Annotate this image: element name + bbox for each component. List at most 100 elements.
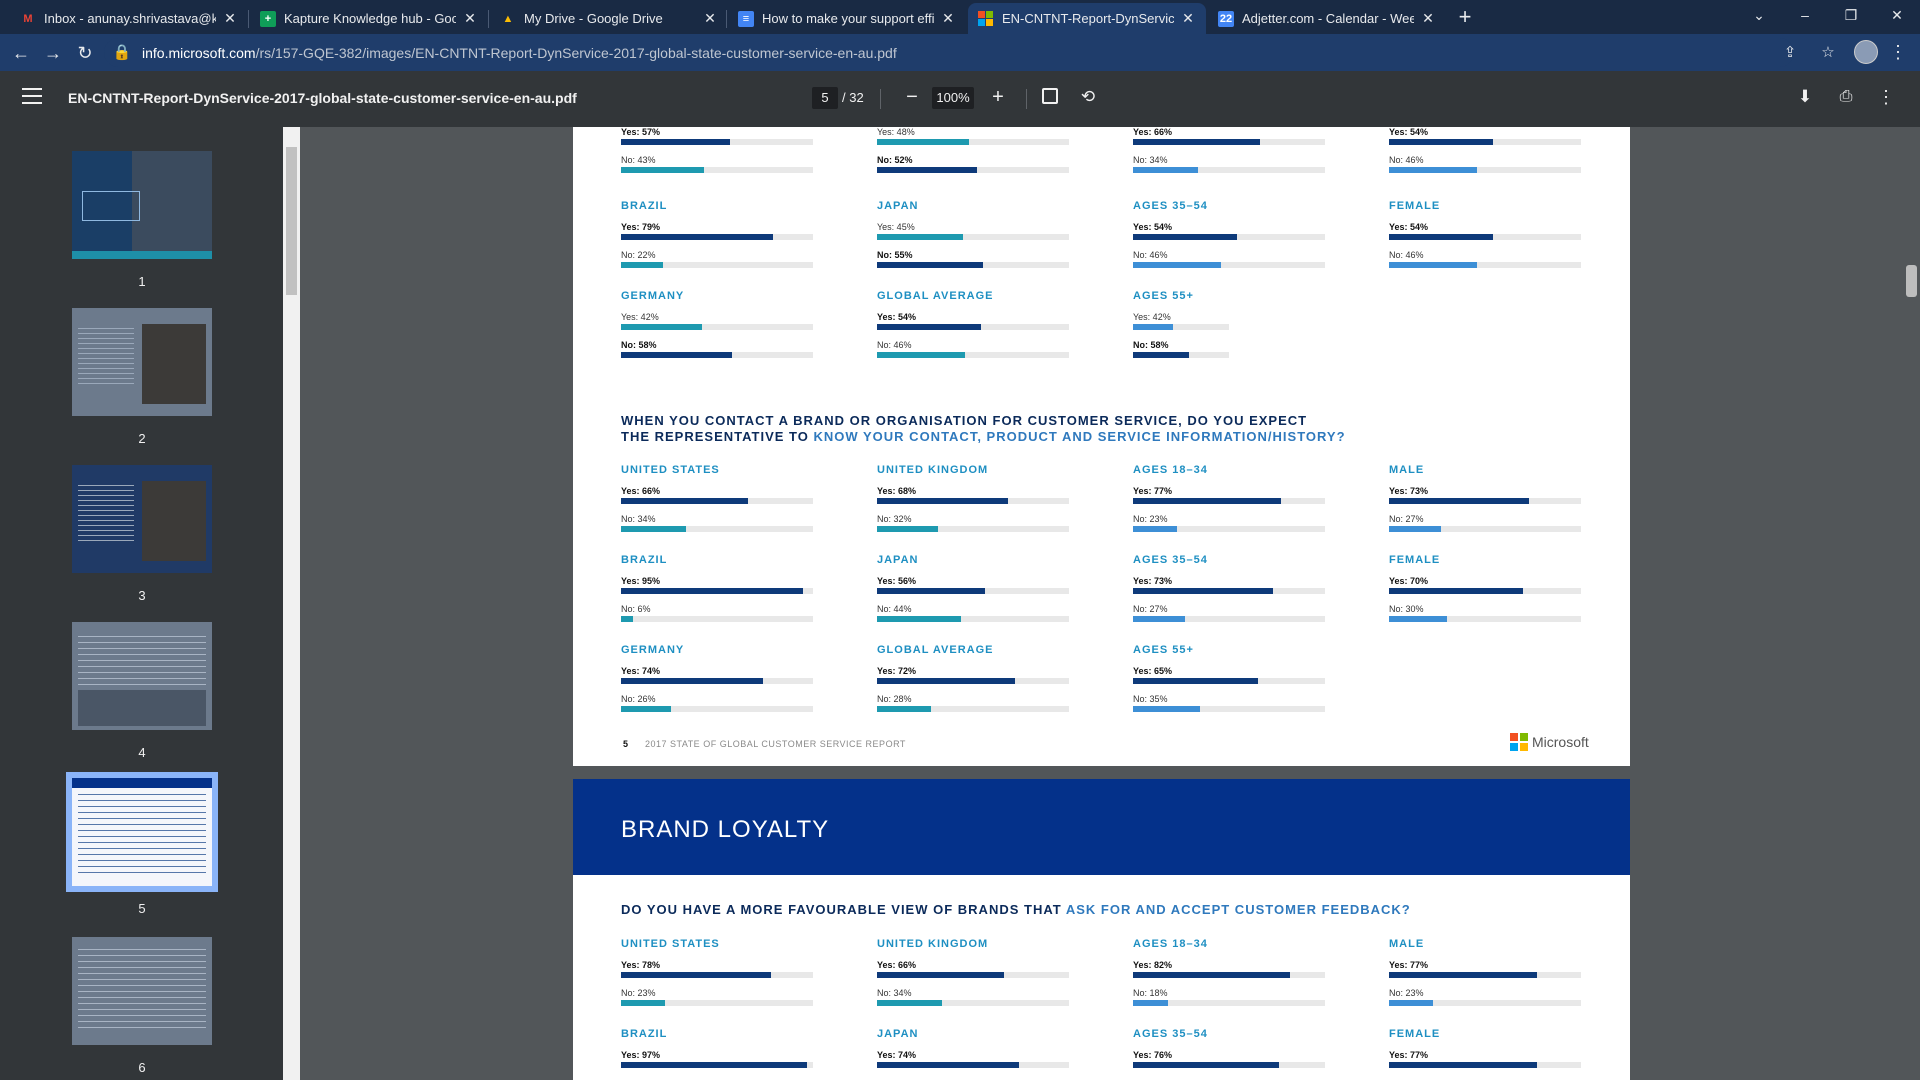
zoom-in-icon[interactable]: + [986, 85, 1010, 109]
yes-bar-track [621, 498, 813, 504]
yes-bar-track [877, 324, 1069, 330]
yes-bar [1133, 1062, 1279, 1068]
tab-search-icon[interactable]: ⌄ [1736, 0, 1782, 30]
url-text[interactable]: info.microsoft.com/rs/157-GQE-382/images… [142, 45, 897, 61]
microsoft-wordmark: Microsoft [1532, 734, 1589, 750]
page-thumbnail[interactable] [72, 622, 212, 730]
yes-bar-track [1133, 1062, 1325, 1068]
question-line-1: WHEN YOU CONTACT A BRAND OR ORGANISATION… [621, 413, 1308, 428]
sidebar-menu-icon[interactable] [22, 88, 42, 104]
gmail-icon: M [23, 12, 33, 25]
yes-bar-track [1133, 588, 1325, 594]
no-bar [1389, 526, 1441, 532]
share-icon[interactable]: ⇪ [1780, 43, 1800, 63]
main-scroll-thumb[interactable] [1906, 265, 1917, 297]
yes-bar [621, 498, 748, 504]
new-tab-button[interactable]: + [1452, 5, 1478, 31]
question-heading: WHEN YOU CONTACT A BRAND OR ORGANISATION… [621, 413, 1346, 445]
no-bar [877, 352, 966, 358]
category-label: UNITED STATES [621, 938, 720, 950]
yes-value-label: Yes: 42% [621, 312, 659, 322]
page-thumbnail[interactable] [72, 151, 212, 259]
category-label: AGES 35–54 [1133, 1028, 1208, 1040]
download-icon[interactable]: ⬇ [1793, 85, 1817, 109]
page-thumbnail[interactable] [66, 772, 218, 892]
back-icon[interactable]: ← [8, 40, 34, 66]
close-tab-icon[interactable]: ✕ [462, 10, 478, 27]
minimize-button[interactable]: – [1782, 0, 1828, 30]
yes-bar-track [1389, 139, 1581, 145]
forward-icon[interactable]: → [40, 40, 66, 66]
no-value-label: No: 55% [877, 250, 913, 260]
close-tab-icon[interactable]: ✕ [702, 10, 718, 27]
no-bar-track [1133, 706, 1325, 712]
close-window-button[interactable]: ✕ [1874, 0, 1920, 30]
no-value-label: No: 28% [877, 694, 912, 704]
browser-tab[interactable]: + Kapture Knowledge hub - Googl ✕ [250, 3, 488, 34]
fit-to-page-icon[interactable] [1042, 88, 1058, 104]
browser-tab[interactable]: M Inbox - anunay.shrivastava@kapt ✕ [10, 3, 248, 34]
rotate-icon[interactable]: ⟲ [1076, 85, 1100, 109]
yes-bar [621, 234, 773, 240]
browser-tab[interactable]: ≡ How to make your support effici ✕ [728, 3, 966, 34]
sidebar-scroll-thumb[interactable] [286, 147, 297, 295]
category-label: UNITED KINGDOM [877, 464, 989, 476]
yes-value-label: Yes: 97% [621, 1050, 661, 1060]
no-bar-track [877, 616, 1069, 622]
thumbnail-page-number: 1 [138, 274, 146, 289]
yes-bar [1133, 588, 1274, 594]
toolbar-divider [880, 89, 881, 109]
no-value-label: No: 18% [1133, 988, 1168, 998]
docs-icon: ≡ [738, 10, 754, 27]
no-bar [621, 352, 733, 358]
tab-strip: M Inbox - anunay.shrivastava@kapt ✕ + Kaptur… [0, 0, 1920, 34]
yes-bar [877, 678, 1016, 684]
no-value-label: No: 23% [1389, 988, 1424, 998]
thumbnail-page-number: 3 [138, 588, 146, 603]
zoom-out-icon[interactable]: − [900, 85, 924, 109]
page-thumbnail[interactable] [72, 937, 212, 1045]
sheets-icon: + [260, 10, 276, 27]
omnibox[interactable]: 🔒 info.microsoft.com/rs/157-GQE-382/imag… [104, 38, 1835, 67]
page-thumbnail[interactable] [72, 308, 212, 416]
yes-bar [1389, 972, 1537, 978]
no-value-label: No: 27% [1133, 604, 1168, 614]
lock-icon[interactable]: 🔒 [112, 43, 132, 63]
restore-button[interactable]: ❐ [1828, 0, 1874, 30]
yes-value-label: Yes: 54% [1389, 127, 1429, 137]
print-icon[interactable]: ⎙ [1834, 85, 1858, 109]
no-value-label: No: 46% [1389, 250, 1424, 260]
reload-icon[interactable]: ↻ [72, 40, 98, 66]
no-bar-track [621, 526, 813, 532]
close-tab-icon[interactable]: ✕ [222, 10, 238, 27]
yes-bar-track [621, 588, 813, 594]
page-number-input[interactable]: 5 [812, 87, 838, 109]
yes-bar [1133, 498, 1281, 504]
yes-bar-track [877, 972, 1069, 978]
browser-tab[interactable]: EN-CNTNT-Report-DynService-2 ✕ [968, 3, 1206, 34]
no-value-label: No: 26% [621, 694, 656, 704]
no-bar-track [877, 167, 1069, 173]
document-title: EN-CNTNT-Report-DynService-2017-global-s… [68, 90, 577, 106]
close-tab-icon[interactable]: ✕ [1180, 10, 1196, 27]
yes-bar-track [1133, 498, 1325, 504]
no-bar [877, 262, 983, 268]
report-footer: 2017 STATE OF GLOBAL CUSTOMER SERVICE RE… [645, 739, 906, 749]
page-thumbnail[interactable] [72, 465, 212, 573]
profile-avatar[interactable] [1854, 40, 1878, 64]
yes-bar [1133, 234, 1237, 240]
yes-bar-track [621, 972, 813, 978]
close-tab-icon[interactable]: ✕ [1420, 10, 1436, 27]
browser-tab[interactable]: ▲ My Drive - Google Drive ✕ [490, 3, 728, 34]
yes-bar [877, 139, 970, 145]
thumbnail-page-number: 2 [138, 431, 146, 446]
close-tab-icon[interactable]: ✕ [940, 10, 956, 27]
zoom-level-input[interactable]: 100% [932, 87, 974, 109]
bookmark-star-icon[interactable]: ☆ [1818, 43, 1838, 63]
no-value-label: No: 23% [1133, 514, 1168, 524]
yes-bar [1133, 139, 1260, 145]
yes-bar [877, 588, 985, 594]
pdf-more-options-icon[interactable]: ⋮ [1876, 85, 1896, 109]
browser-tab[interactable]: 22 Adjetter.com - Calendar - Week c ✕ [1208, 3, 1446, 34]
browser-menu-icon[interactable]: ⋮ [1888, 40, 1908, 64]
